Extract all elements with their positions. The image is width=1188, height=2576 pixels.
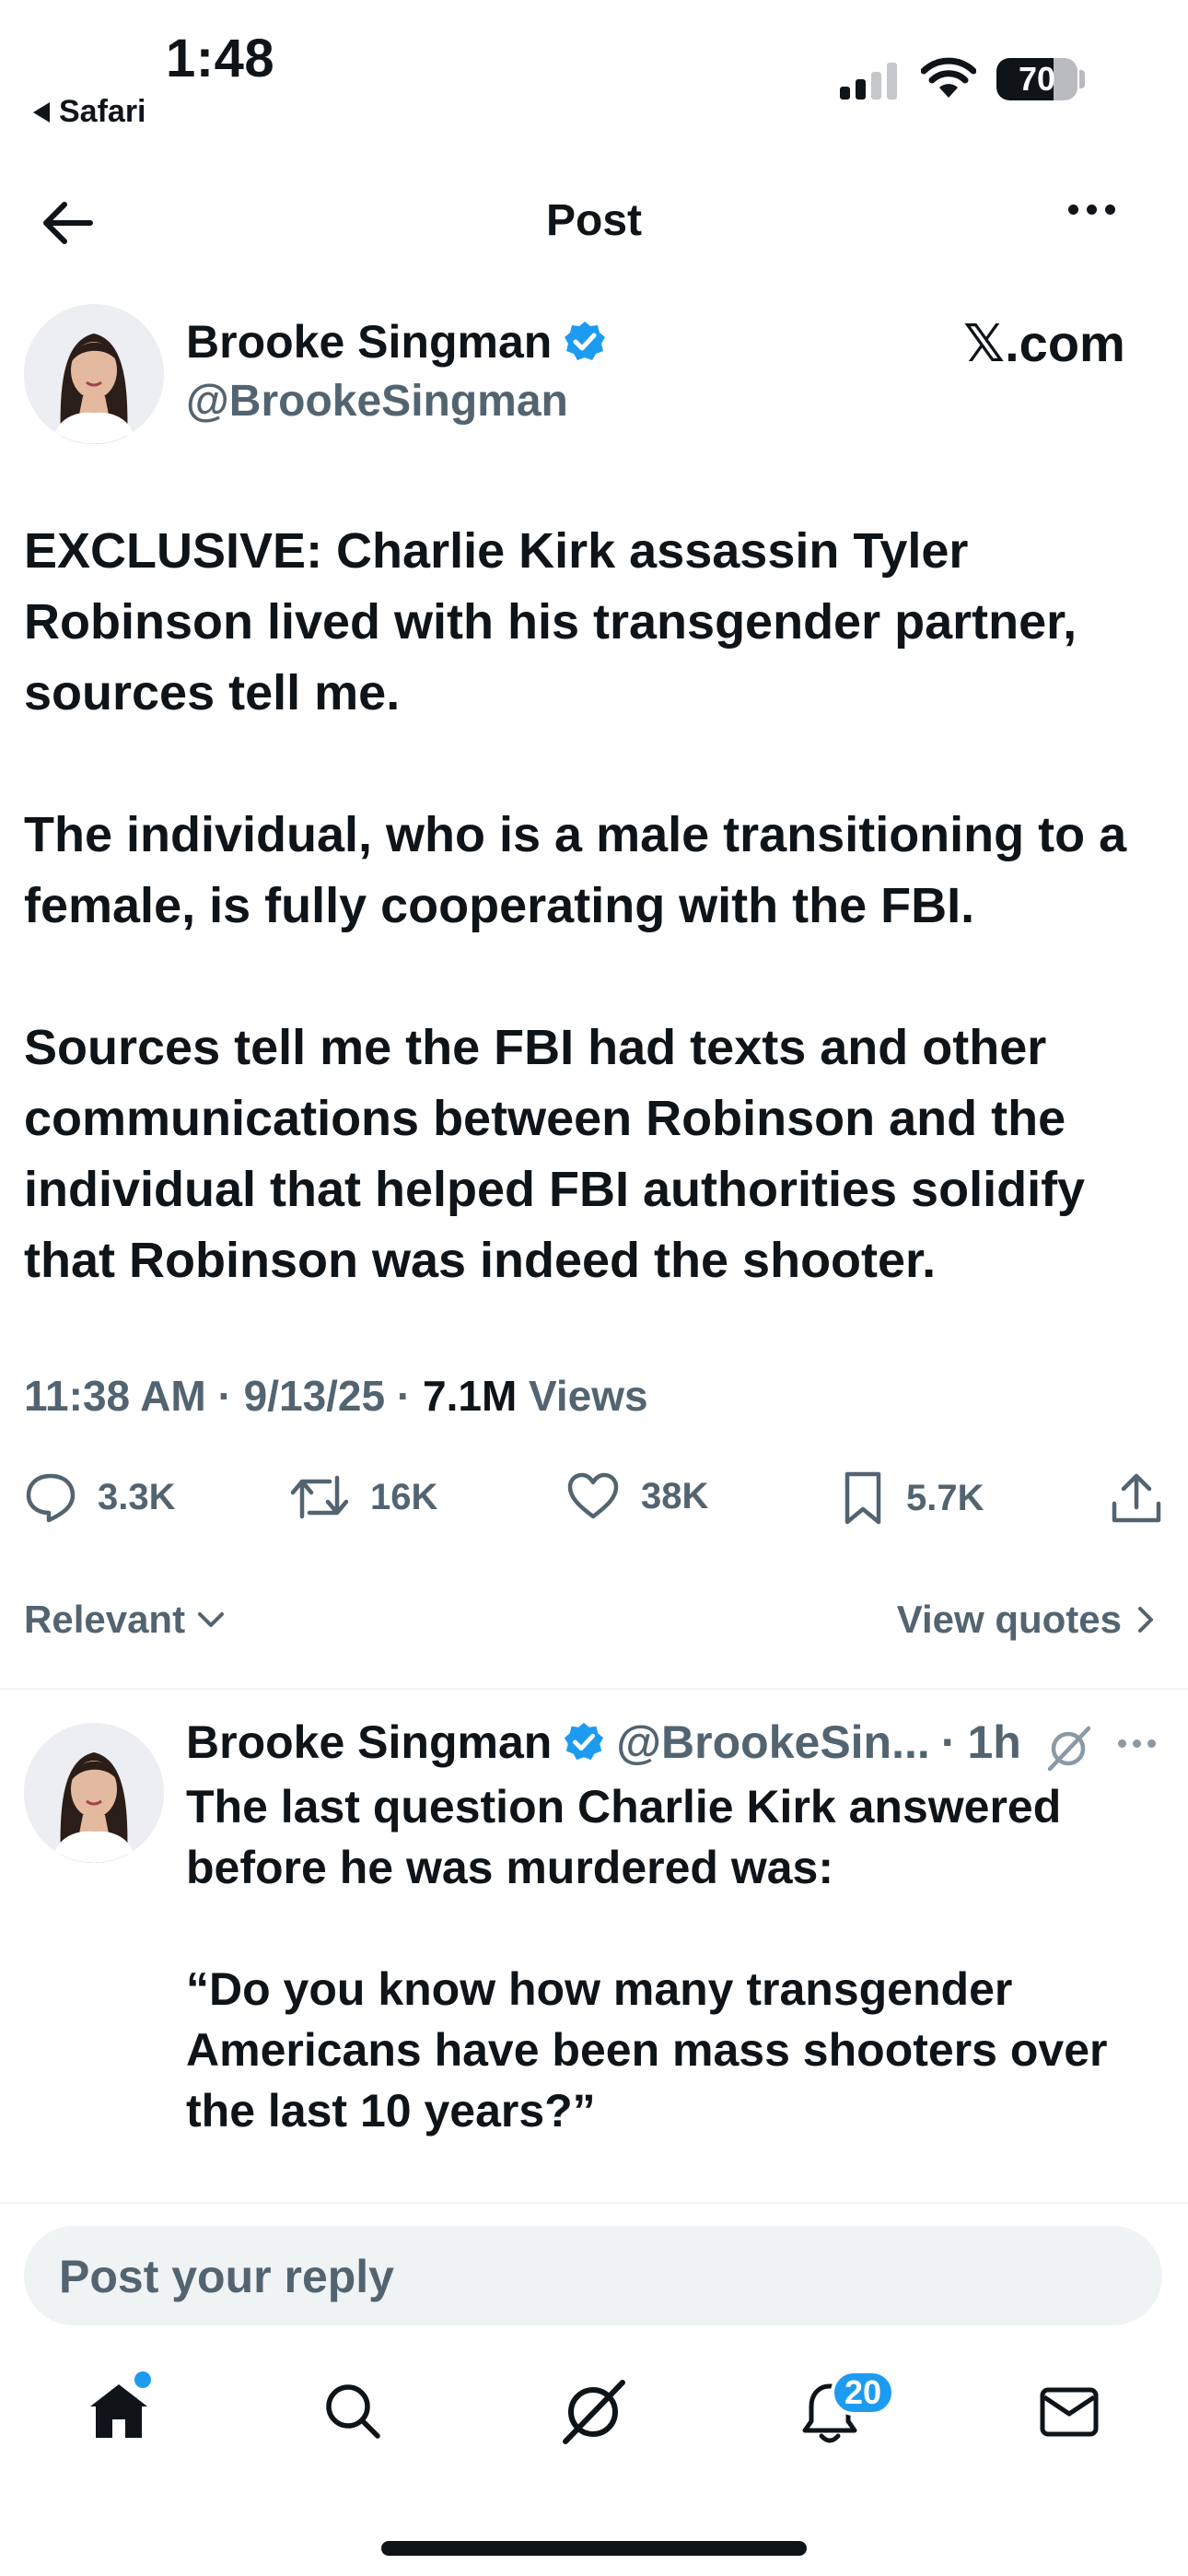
back-to-safari[interactable]: Safari xyxy=(33,94,146,130)
status-time: 1:48 xyxy=(166,29,275,88)
home-icon[interactable] xyxy=(87,2381,151,2441)
source-label-text: .com xyxy=(1005,314,1125,372)
reply-separator: · xyxy=(940,1716,957,1768)
views-label: Views xyxy=(529,1372,648,1420)
reply-text: The last question Charlie Kirk answered … xyxy=(186,1776,1162,2202)
reply-placeholder: Post your reply xyxy=(59,2251,394,2302)
reply-age: 1h xyxy=(967,1716,1021,1768)
post-time: 11:38 AM xyxy=(24,1372,206,1420)
verified-badge-icon xyxy=(565,322,606,360)
battery-nub xyxy=(1079,70,1085,88)
back-triangle-icon xyxy=(33,101,50,123)
chevron-down-icon xyxy=(198,1612,225,1627)
avatar[interactable] xyxy=(24,304,164,444)
like-button[interactable]: 38K xyxy=(565,1470,708,1522)
source-label: 𝕏.com xyxy=(963,313,1125,374)
x-logo-icon: 𝕏 xyxy=(963,314,1006,374)
sort-dropdown[interactable]: Relevant xyxy=(24,1598,227,1642)
post-actions: 3.3K 16K 38K 5.7K xyxy=(0,1470,1188,1535)
reply-author-name[interactable]: Brooke Singman xyxy=(186,1715,552,1769)
post-meta: 11:38 AM · 9/13/25 · 7.1M Views xyxy=(24,1371,648,1421)
reply-count: 3.3K xyxy=(98,1476,176,1517)
divider xyxy=(0,1688,1188,1690)
chevron-right-icon xyxy=(1138,1607,1153,1633)
comment-icon xyxy=(26,1473,76,1523)
view-quotes-link[interactable]: View quotes xyxy=(897,1598,1159,1642)
post-date: 9/13/25 xyxy=(243,1372,386,1420)
share-icon xyxy=(1112,1473,1161,1523)
views-count: 7.1M xyxy=(423,1372,518,1420)
grok-tab-icon[interactable] xyxy=(556,2375,630,2449)
cellular-signal-icon xyxy=(840,63,897,100)
page-title: Post xyxy=(545,196,642,245)
grok-icon[interactable] xyxy=(1042,1723,1094,1774)
repost-button[interactable]: 16K xyxy=(289,1470,437,1524)
meta-separator: · xyxy=(217,1372,232,1420)
sort-label: Relevant xyxy=(24,1598,186,1641)
bookmark-icon xyxy=(844,1471,881,1525)
battery-percent: 70 xyxy=(1018,60,1056,98)
bookmark-button[interactable]: 5.7K xyxy=(840,1470,984,1526)
search-icon[interactable] xyxy=(322,2381,383,2441)
battery-icon: 70 xyxy=(996,58,1077,100)
reply-button[interactable]: 3.3K xyxy=(24,1470,176,1524)
home-unread-dot xyxy=(134,2371,151,2388)
post-text: EXCLUSIVE: Charlie Kirk assassin Tyler R… xyxy=(24,516,1166,1367)
meta-separator: · xyxy=(396,1372,412,1420)
post-paragraph: EXCLUSIVE: Charlie Kirk assassin Tyler R… xyxy=(24,523,1077,720)
view-quotes-label: View quotes xyxy=(896,1598,1122,1641)
reply-paragraph: The last question Charlie Kirk answered … xyxy=(186,1781,1062,1893)
home-indicator xyxy=(381,2541,807,2556)
back-app-label: Safari xyxy=(59,94,146,129)
divider xyxy=(0,2202,1188,2204)
reply-composer[interactable]: Post your reply xyxy=(24,2226,1162,2325)
author-name[interactable]: Brooke Singman xyxy=(186,315,552,369)
post-paragraph: The individual, who is a male transition… xyxy=(24,807,1127,933)
messages-icon[interactable] xyxy=(1039,2386,1100,2438)
verified-badge-icon xyxy=(565,1722,604,1761)
reply-handle[interactable]: @BrookeSin... xyxy=(616,1715,929,1769)
bookmark-count: 5.7K xyxy=(906,1477,984,1518)
reply-avatar[interactable] xyxy=(24,1723,164,1863)
post-paragraph: Sources tell me the FBI had texts and ot… xyxy=(24,1020,1086,1288)
share-button[interactable] xyxy=(1109,1470,1164,1526)
wifi-icon xyxy=(921,57,976,98)
author-handle[interactable]: @BrookeSingman xyxy=(186,376,568,427)
notifications-badge: 20 xyxy=(831,2370,895,2416)
more-options-icon[interactable] xyxy=(1068,205,1115,215)
reply-paragraph: “Do you know how many transgender Americ… xyxy=(186,1963,1108,2137)
replies-sort-row: Relevant View quotes xyxy=(24,1598,1159,1642)
like-count: 38K xyxy=(641,1475,709,1516)
reply-header: Brooke Singman @BrookeSin... · 1h xyxy=(186,1715,1021,1769)
author-name-row[interactable]: Brooke Singman xyxy=(186,315,607,369)
repost-count: 16K xyxy=(370,1476,438,1517)
heart-icon xyxy=(567,1472,619,1519)
repost-icon xyxy=(290,1475,349,1519)
reply-more-icon[interactable] xyxy=(1118,1739,1156,1748)
